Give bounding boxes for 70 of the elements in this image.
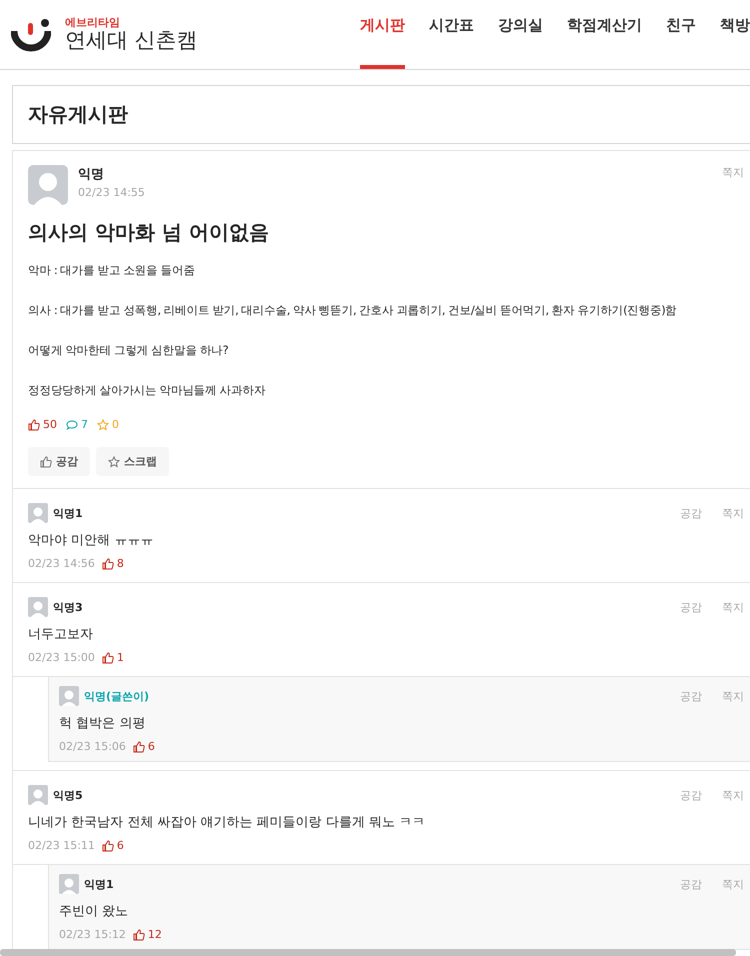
scrap-button[interactable]: 스크랩 (96, 447, 169, 476)
avatar-icon (28, 165, 68, 205)
comment-time: 02/23 14:56 (28, 557, 95, 570)
post-paragraph: 정정당당하게 살아가시는 악마님들께 사과하자 (28, 382, 266, 398)
nav-tab[interactable]: 책방 (720, 0, 750, 69)
like-count: 50 (43, 418, 57, 431)
author-name: 익명 (78, 166, 105, 183)
comment-count: 7 (81, 418, 88, 431)
like-button[interactable]: 공감 (28, 447, 90, 476)
campus-name[interactable]: 연세대 신촌캠 (65, 29, 198, 52)
nav-tab[interactable]: 학점계산기 (567, 0, 642, 69)
thumbs-up-icon (132, 740, 145, 752)
post-paragraph: 의사 : 대가를 받고 성폭행, 리베이트 받기, 대리수술, 약사 삥뜯기, 간호사 괴롭히기, 건보/실비 뜯어먹기, 환자 유기하기(진행중)함 (28, 302, 676, 318)
comment-action-link[interactable]: 공감 (680, 788, 702, 802)
avatar-icon (59, 686, 79, 706)
comment-action-link[interactable]: 공감 (680, 600, 702, 614)
thumbs-up-icon (28, 418, 40, 430)
comment-time: 02/23 15:06 (59, 740, 126, 753)
comment-like-count: 6 (116, 839, 124, 852)
comment-text: 니네가 한국남자 전체 싸잡아 얘기하는 페미들이랑 다를게 뭐노 ㅋㅋ (28, 814, 426, 831)
post-title: 의사의 악마화 넘 어이없음 (28, 219, 270, 246)
board-title[interactable]: 자유게시판 (28, 101, 128, 128)
comment-like-count: 1 (116, 651, 124, 664)
commenter-name: 익명(글쓴이) (84, 688, 150, 704)
comment-action-link[interactable]: 쪽지 (722, 688, 744, 704)
thumbs-up-icon (132, 928, 145, 940)
star-icon (97, 418, 109, 430)
brand-name: 에브리타임 (65, 16, 121, 29)
post-paragraph: 어떻게 악마한테 그렇게 심한말을 하나? (28, 342, 228, 358)
thumbs-up-icon (102, 652, 114, 664)
comment-action-link[interactable]: 공감 (680, 506, 702, 520)
message-link[interactable]: 쪽지 (722, 165, 744, 180)
thumbs-up-icon (102, 840, 114, 852)
post-time: 02/23 14:55 (78, 186, 146, 199)
avatar-icon (28, 597, 48, 617)
comment-text: 악마야 미안해 ㅠㅠㅠ (28, 532, 154, 549)
comment-time: 02/23 15:00 (28, 651, 95, 664)
thumbs-up-icon (102, 558, 114, 570)
nav-tab[interactable]: 게시판 (360, 0, 405, 69)
avatar-icon (28, 503, 48, 523)
comment-action-link[interactable]: 공감 (680, 876, 702, 892)
comment-icon (66, 418, 78, 430)
nav-tab[interactable]: 친구 (666, 0, 696, 69)
comment-like-count: 6 (148, 740, 155, 753)
comment-like-count: 8 (116, 557, 124, 570)
star-icon (108, 456, 120, 468)
comment-text: 너두고보자 (28, 626, 94, 643)
avatar-icon (28, 785, 48, 805)
nav-tab[interactable]: 강의실 (498, 0, 543, 69)
thumbs-up-icon (40, 456, 52, 468)
comment-text: 헉 협박은 의평 (59, 715, 146, 732)
comment-action-link[interactable]: 쪽지 (722, 506, 744, 520)
comment-action-link[interactable]: 공감 (680, 688, 702, 704)
commenter-name: 익명1 (84, 876, 115, 892)
nav-tab[interactable]: 시간표 (429, 0, 474, 69)
commenter-name: 익명1 (53, 506, 84, 520)
scrap-count: 0 (112, 418, 119, 431)
comment-action-link[interactable]: 쪽지 (722, 876, 744, 892)
comment-action-link[interactable]: 쪽지 (722, 788, 744, 802)
comment-action-link[interactable]: 쪽지 (722, 600, 744, 614)
post-paragraph: 악마 : 대가를 받고 소원을 들어줌 (28, 262, 195, 278)
comment-time: 02/23 15:12 (59, 928, 126, 941)
comment-text: 주빈이 왔노 (59, 903, 130, 920)
comment-time: 02/23 15:11 (28, 839, 95, 852)
horizontal-scrollbar[interactable] (0, 949, 736, 956)
avatar-icon (59, 874, 79, 894)
commenter-name: 익명5 (53, 788, 84, 802)
logo-icon[interactable] (11, 16, 51, 52)
commenter-name: 익명3 (53, 600, 84, 614)
comment-like-count: 12 (148, 928, 162, 941)
